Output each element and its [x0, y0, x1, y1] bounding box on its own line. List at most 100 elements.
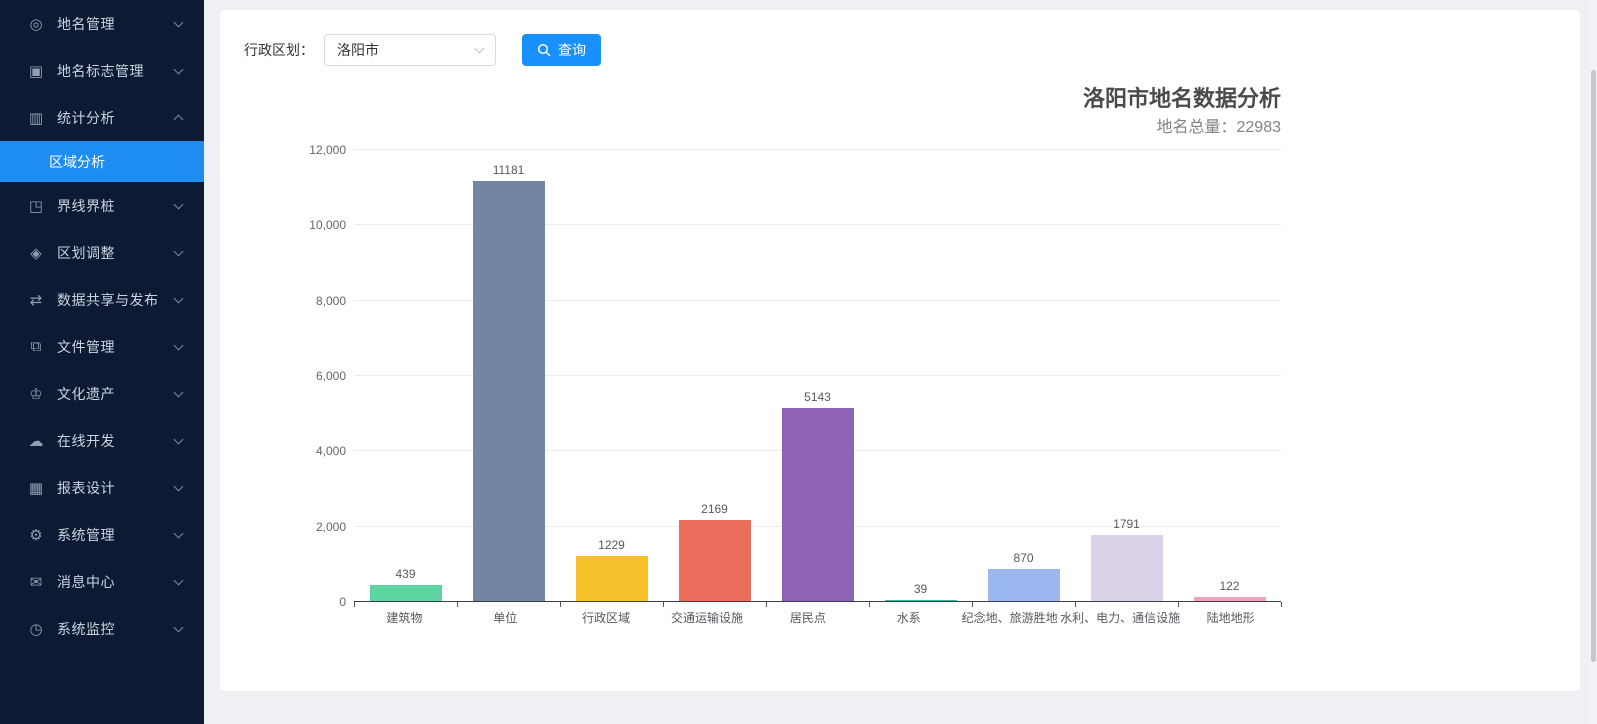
sidebar-item[interactable]: ✉消息中心 — [0, 558, 204, 605]
chart-title: 洛阳市地名数据分析 — [244, 84, 1281, 114]
chevron-down-icon — [174, 622, 184, 632]
bar[interactable] — [1091, 535, 1163, 602]
bar-column: 122 — [1178, 150, 1281, 602]
query-button-label: 查询 — [558, 40, 586, 60]
chevron-down-icon — [475, 44, 485, 54]
filter-bar: 行政区划： 洛阳市 查询 — [244, 34, 1556, 66]
content-card: 行政区划： 洛阳市 查询 洛阳市地名数据分析 地名总量：22983 02,000… — [220, 10, 1580, 691]
region-filter-label: 行政区划： — [244, 40, 314, 60]
x-axis-tick — [457, 602, 458, 607]
scrollbar-thumb[interactable] — [1591, 70, 1596, 662]
bar[interactable] — [576, 556, 648, 602]
chart-subtitle-label: 地名总量： — [1156, 119, 1236, 136]
bar-value-label: 5143 — [804, 390, 831, 404]
x-axis-tick — [560, 602, 561, 607]
sidebar-item-label: 统计分析 — [57, 108, 175, 128]
bar-value-label: 1791 — [1113, 517, 1140, 531]
chevron-down-icon — [174, 17, 184, 27]
sidebar-item[interactable]: ▦ 报表设计 — [0, 464, 204, 511]
plot-area: 43911181122921695143398701791122 — [354, 150, 1281, 602]
pin-icon: ◎ — [27, 15, 45, 33]
x-axis-tick — [663, 602, 664, 607]
sidebar-item[interactable]: ◈区划调整 — [0, 229, 204, 276]
sidebar-item[interactable]: ⚙系统管理 — [0, 511, 204, 558]
region-select-value: 洛阳市 — [337, 40, 379, 60]
region-select[interactable]: 洛阳市 — [324, 34, 496, 66]
sidebar-item-label: 系统监控 — [57, 619, 175, 639]
main-content: 行政区划： 洛阳市 查询 洛阳市地名数据分析 地名总量：22983 02,000… — [204, 0, 1597, 724]
y-tick-label: 4,000 — [316, 444, 346, 458]
bar-column: 439 — [354, 150, 457, 602]
sidebar-item-label: 数据共享与发布 — [57, 290, 175, 310]
x-axis-label: 行政区域 — [556, 609, 657, 626]
bar-value-label: 1229 — [598, 538, 625, 552]
bar-value-label: 870 — [1013, 551, 1033, 565]
x-axis-tick — [766, 602, 767, 607]
bar[interactable] — [370, 585, 442, 602]
stats-icon: ▥ — [27, 109, 45, 127]
bar-value-label: 439 — [395, 567, 415, 581]
y-tick-label: 12,000 — [309, 143, 346, 157]
sidebar-subitem[interactable]: 区域分析 — [0, 141, 204, 182]
sidebar-item[interactable]: ☁在线开发 — [0, 417, 204, 464]
district-badge-icon: ◈ — [27, 244, 45, 262]
bar-column: 870 — [972, 150, 1075, 602]
sidebar-item-label: 文件管理 — [57, 337, 175, 357]
sidebar-item[interactable]: ⧉ 文件管理 — [0, 323, 204, 370]
bar-column: 2169 — [663, 150, 766, 602]
sidebar-item-label: 报表设计 — [57, 478, 175, 498]
bar[interactable] — [473, 181, 545, 602]
x-axis-label: 交通运输设施 — [657, 609, 758, 626]
bar-value-label: 2169 — [701, 502, 728, 516]
x-axis-tick — [972, 602, 973, 607]
chevron-down-icon — [174, 64, 184, 74]
file-icon: ⧉ — [27, 338, 45, 355]
share-icon: ⇄ — [27, 291, 45, 309]
sidebar-item[interactable]: ▥ 统计分析 — [0, 94, 204, 141]
y-axis: 02,0004,0006,0008,00010,00012,000 — [244, 150, 354, 602]
plot-row: 02,0004,0006,0008,00010,00012,000 439111… — [244, 150, 1281, 602]
sidebar-item[interactable]: ♔文化遗产 — [0, 370, 204, 417]
y-tick-label: 8,000 — [316, 294, 346, 308]
bar-column: 1791 — [1075, 150, 1178, 602]
query-button[interactable]: 查询 — [522, 34, 601, 66]
y-tick-label: 6,000 — [316, 369, 346, 383]
y-tick-label: 10,000 — [309, 218, 346, 232]
x-axis-tick — [1178, 602, 1179, 607]
sidebar-item-label: 地名管理 — [57, 14, 175, 34]
sidebar-item-label: 界线界桩 — [57, 196, 175, 216]
sidebar-item[interactable]: ◷ 系统监控 — [0, 605, 204, 652]
bar[interactable] — [679, 520, 751, 602]
bar[interactable] — [782, 408, 854, 602]
sidebar-item[interactable]: ◳界线界桩 — [0, 182, 204, 229]
x-axis-label: 居民点 — [758, 609, 859, 626]
sidebar-item-label: 文化遗产 — [57, 384, 175, 404]
sidebar-item-label: 消息中心 — [57, 572, 175, 592]
chevron-down-icon — [174, 340, 184, 350]
x-axis-label: 单位 — [455, 609, 556, 626]
chevron-down-icon — [174, 575, 184, 585]
sidebar-item[interactable]: ◎ 地名管理 — [0, 0, 204, 47]
sidebar-item-label: 地名标志管理 — [57, 61, 175, 81]
sidebar-item[interactable]: ▣ 地名标志管理 — [0, 47, 204, 94]
gear-icon: ⚙ — [27, 526, 45, 544]
monitor-icon: ◷ — [27, 620, 45, 638]
sign-icon: ▣ — [27, 62, 45, 80]
sidebar: ◎ 地名管理 ▣ 地名标志管理 ▥ 统计分析区域分析◳界线界桩◈区划调整 ⇄ 数据共享与发布 ⧉… — [0, 0, 204, 724]
x-axis-label: 水系 — [858, 609, 959, 626]
vertical-scrollbar[interactable] — [1590, 0, 1597, 724]
bar[interactable] — [988, 569, 1060, 602]
chart-subtitle: 地名总量：22983 — [244, 116, 1281, 140]
sidebar-menu: ◎ 地名管理 ▣ 地名标志管理 ▥ 统计分析区域分析◳界线界桩◈区划调整 ⇄ 数据共享与发布 ⧉… — [0, 0, 204, 652]
x-axis-labels: 建筑物单位行政区域交通运输设施居民点水系纪念地、旅游胜地水利、电力、通信设施陆地… — [354, 609, 1281, 626]
chevron-down-icon — [174, 481, 184, 491]
report-icon: ▦ — [27, 479, 45, 497]
sidebar-item[interactable]: ⇄ 数据共享与发布 — [0, 276, 204, 323]
search-icon — [537, 43, 551, 57]
bar-column: 39 — [869, 150, 972, 602]
chart-subtitle-value: 22983 — [1237, 119, 1282, 136]
x-axis-label: 陆地地形 — [1180, 609, 1281, 626]
x-axis-tick — [354, 602, 355, 607]
chart: 洛阳市地名数据分析 地名总量：22983 02,0004,0006,0008,0… — [244, 84, 1281, 626]
bars: 43911181122921695143398701791122 — [354, 150, 1281, 602]
